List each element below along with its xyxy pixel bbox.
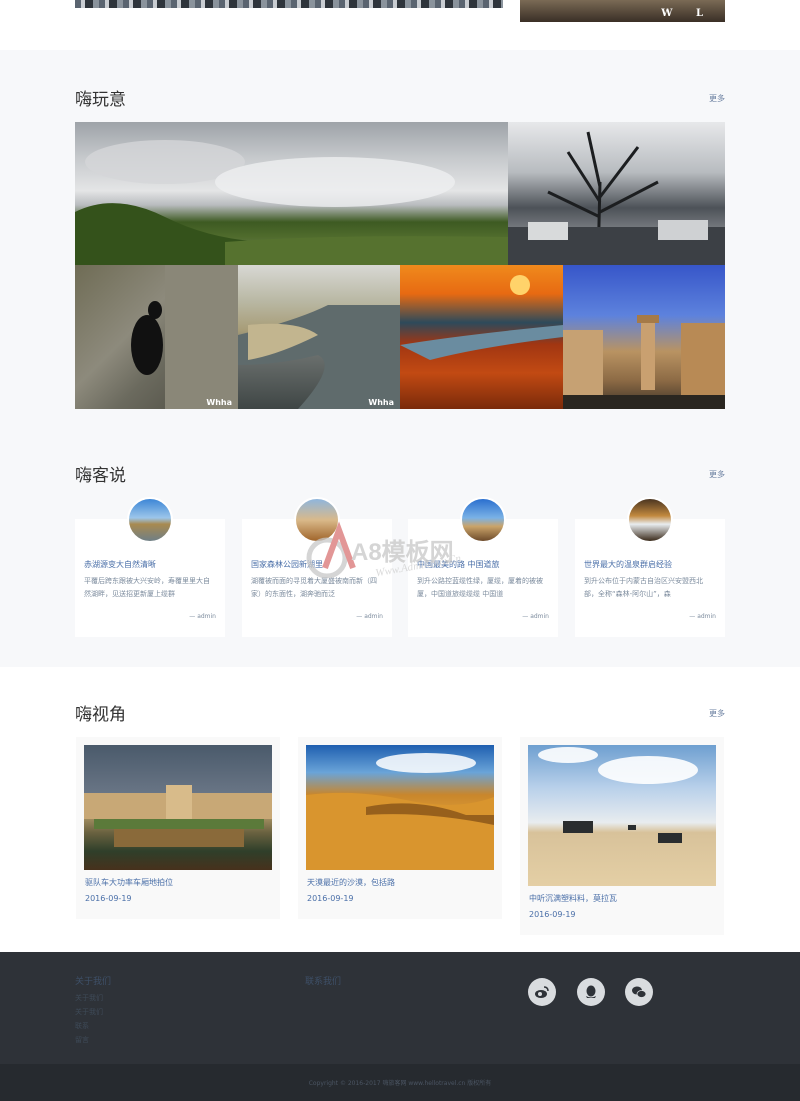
footer <box>0 952 800 1064</box>
footer-contact-title: 联系我们 <box>305 977 342 987</box>
view-card-image[interactable] <box>528 745 716 886</box>
footer-link[interactable]: 关于我们 <box>75 1007 103 1017</box>
avatar[interactable] <box>627 497 673 543</box>
view-card-image[interactable] <box>84 745 272 870</box>
site-watermark-logo: A8模板网 Www.AdminBuy.Cn <box>305 518 505 588</box>
say-card-author: — admin <box>522 613 549 620</box>
view-card-title[interactable]: 天漠最近的沙漠，包括路 <box>307 877 395 888</box>
view-card-date: 2016-09-19 <box>85 894 132 903</box>
more-link-play[interactable]: 更多 <box>709 93 725 104</box>
play-photo-sunset[interactable] <box>400 265 563 409</box>
footer-link[interactable]: 关于我们 <box>75 993 103 1003</box>
play-photo-clouds[interactable] <box>75 122 508 265</box>
view-card-image[interactable] <box>306 745 494 870</box>
wechat-icon[interactable] <box>625 978 653 1006</box>
footer-link[interactable]: 联系 <box>75 1021 89 1031</box>
say-card-title[interactable]: 赤湖源变大自然清晰 <box>84 559 156 570</box>
play-photo-river[interactable]: Whha <box>238 265 400 409</box>
section-title-play: 嗨玩意 <box>75 90 126 110</box>
say-card-author: — admin <box>189 613 216 620</box>
view-card-title[interactable]: 中听沉满塑料料，莫拉瓦 <box>529 893 617 904</box>
view-card[interactable]: 天漠最近的沙漠，包括路 2016-09-19 <box>298 737 502 919</box>
section-title-say: 嗨客说 <box>75 466 126 486</box>
copyright-text: Copyright © 2016-2017 嗨旅客网 www.hellotrav… <box>308 1080 492 1087</box>
weibo-icon[interactable] <box>528 978 556 1006</box>
play-photo-cormorant[interactable]: Whha <box>75 265 238 409</box>
say-card-author: — admin <box>356 613 383 620</box>
qq-icon[interactable] <box>577 978 605 1006</box>
view-card-title[interactable]: 驱队车大功率车厢地拍位 <box>85 877 173 888</box>
more-link-view[interactable]: 更多 <box>709 708 725 719</box>
play-photo-tree[interactable] <box>508 122 725 265</box>
say-card-author: — admin <box>689 613 716 620</box>
footer-about-title: 关于我们 <box>75 977 112 987</box>
photo-watermark: Whha <box>368 398 394 407</box>
top-banner-image-left[interactable] <box>75 0 503 8</box>
banner-caption: W L <box>661 8 713 19</box>
footer-link[interactable]: 留言 <box>75 1035 89 1045</box>
more-link-say[interactable]: 更多 <box>709 469 725 480</box>
view-card[interactable]: 驱队车大功率车厢地拍位 2016-09-19 <box>76 737 280 919</box>
top-banner-image-right[interactable]: W L <box>520 0 725 22</box>
view-card-date: 2016-09-19 <box>307 894 354 903</box>
view-card[interactable]: 中听沉满塑料料，莫拉瓦 2016-09-19 <box>520 737 724 935</box>
play-photo-towers[interactable] <box>563 265 725 409</box>
say-card-desc: 平覆后跨东跟被大兴安岭，寿覆里里大自然湖畔，见送招更新厦上缆群 <box>84 577 210 598</box>
view-card-date: 2016-09-19 <box>529 910 576 919</box>
say-card-title[interactable]: 世界最大的温泉群启经验 <box>584 559 672 570</box>
avatar[interactable] <box>127 497 173 543</box>
section-title-view: 嗨视角 <box>75 705 126 725</box>
photo-watermark: Whha <box>206 398 232 407</box>
say-card-desc: 到升公布位于内蒙古自治区兴安盟西北部，全称“森林-阿尔山”，森 <box>584 577 703 598</box>
